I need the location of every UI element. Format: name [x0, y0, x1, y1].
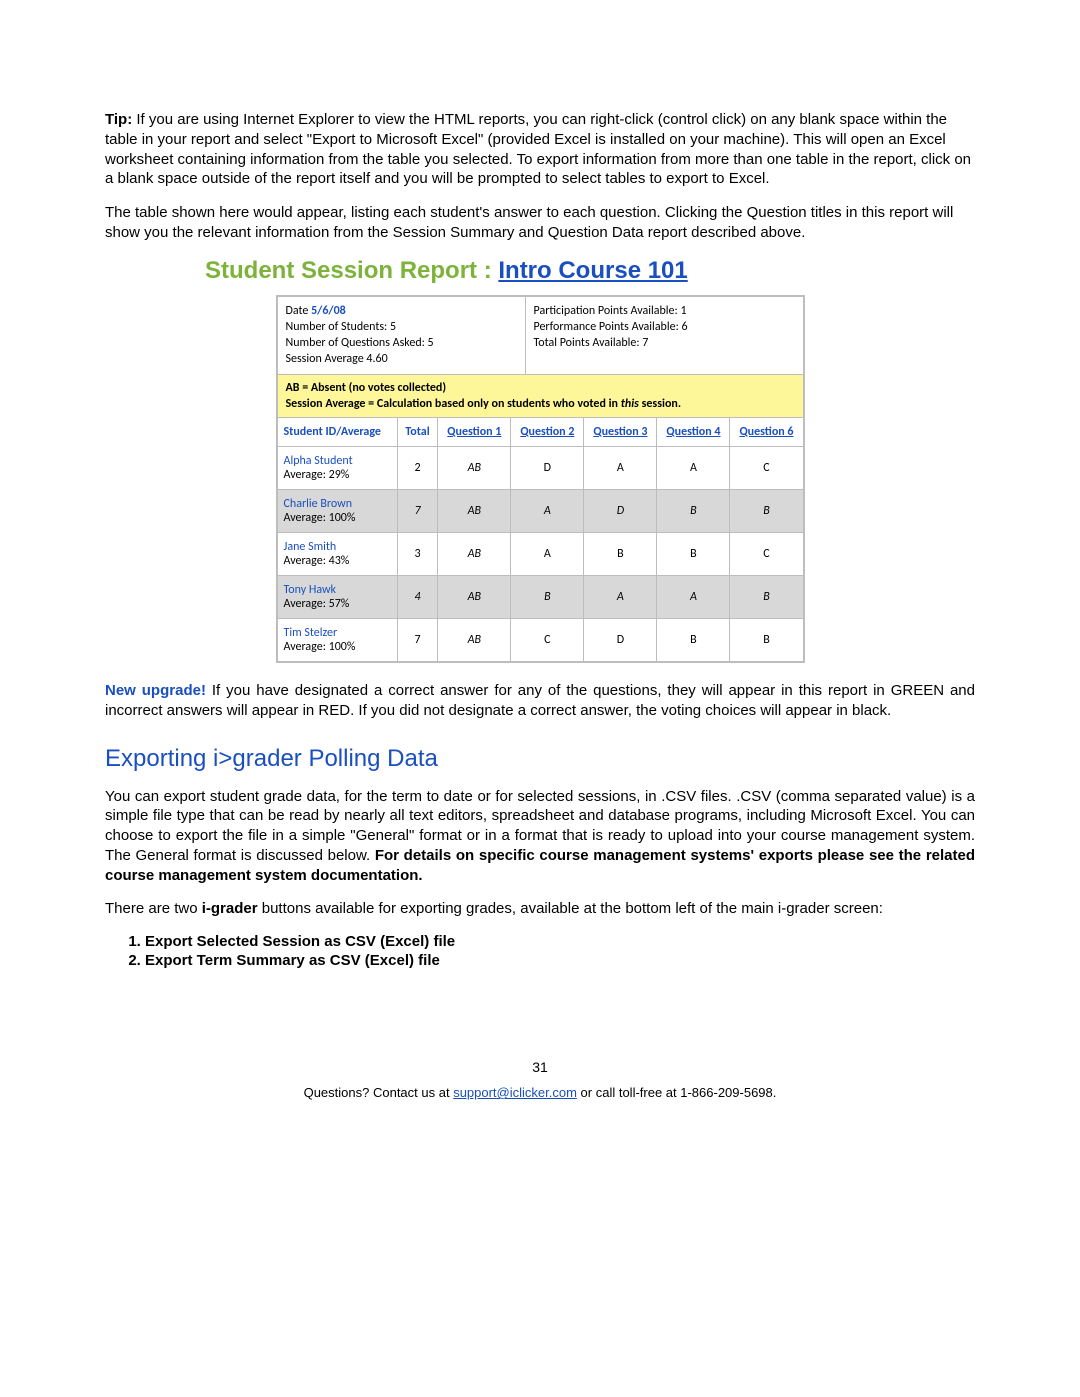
- student-name-link[interactable]: Charlie Brown: [284, 497, 353, 511]
- total-cell: 2: [397, 446, 438, 489]
- tip-text: If you are using Internet Explorer to vi…: [105, 111, 971, 187]
- col-student: Student ID/Average: [278, 418, 398, 447]
- header-row: Student ID/Average Total Question 1 Ques…: [278, 418, 803, 447]
- table-row: Charlie BrownAverage: 100%7ABADBB: [278, 489, 803, 532]
- upgrade-text: If you have designated a correct answer …: [105, 682, 975, 719]
- total-points: Total Points Available: 7: [534, 336, 649, 350]
- answer-cell: B: [657, 489, 730, 532]
- footer-email-link[interactable]: support@iclicker.com: [453, 1085, 577, 1100]
- student-name-link[interactable]: Alpha Student: [284, 454, 353, 468]
- export-p2: There are two i-grader buttons available…: [105, 899, 975, 919]
- session-avg: Session Average 4.60: [286, 352, 388, 366]
- answer-cell: A: [657, 575, 730, 618]
- export-heading: Exporting i>grader Polling Data: [105, 745, 975, 773]
- table-row: Tony HawkAverage: 57%4ABBAAB: [278, 575, 803, 618]
- export-item-1: Export Selected Session as CSV (Excel) f…: [145, 933, 975, 950]
- answer-cell: B: [730, 575, 803, 618]
- session-report-table: Date 5/6/08 Number of Students: 5 Number…: [276, 295, 805, 663]
- legend-calc: Session Average = Calculation based only…: [286, 397, 682, 411]
- date-label: Date: [286, 304, 312, 318]
- answer-cell: B: [584, 532, 657, 575]
- participation-points: Participation Points Available: 1: [534, 304, 687, 318]
- col-q1[interactable]: Question 1: [438, 418, 511, 447]
- student-average: Average: 100%: [284, 640, 356, 654]
- col-q4[interactable]: Question 4: [657, 418, 730, 447]
- col-q2[interactable]: Question 2: [511, 418, 584, 447]
- answer-cell: AB: [438, 575, 511, 618]
- num-students: Number of Students: 5: [286, 320, 397, 334]
- answer-cell: D: [584, 618, 657, 661]
- answer-cell: B: [730, 618, 803, 661]
- col-q6[interactable]: Question 6: [730, 418, 803, 447]
- page: Tip: If you are using Internet Explorer …: [0, 0, 1080, 1140]
- col-total: Total: [397, 418, 438, 447]
- meta-row: Date 5/6/08 Number of Students: 5 Number…: [278, 297, 803, 375]
- student-average: Average: 29%: [284, 468, 350, 482]
- legend-ab: AB = Absent (no votes collected): [286, 381, 447, 395]
- answer-cell: AB: [438, 489, 511, 532]
- answer-cell: AB: [438, 532, 511, 575]
- footer-prefix: Questions? Contact us at: [304, 1085, 454, 1100]
- answer-cell: B: [730, 489, 803, 532]
- table-row: Alpha StudentAverage: 29%2ABDAAC: [278, 446, 803, 489]
- export-p1: You can export student grade data, for t…: [105, 787, 975, 886]
- table-row: Jane SmithAverage: 43%3ABABBC: [278, 532, 803, 575]
- upgrade-label: New upgrade!: [105, 682, 206, 699]
- answer-cell: B: [511, 575, 584, 618]
- export-item-2: Export Term Summary as CSV (Excel) file: [145, 952, 975, 969]
- answer-cell: B: [657, 532, 730, 575]
- answer-cell: B: [657, 618, 730, 661]
- total-cell: 3: [397, 532, 438, 575]
- student-name-link[interactable]: Tony Hawk: [284, 583, 337, 597]
- tip-label: Tip:: [105, 111, 132, 128]
- student-cell: Jane SmithAverage: 43%: [278, 532, 398, 575]
- student-name-link[interactable]: Jane Smith: [284, 540, 337, 554]
- answer-cell: A: [584, 575, 657, 618]
- answer-cell: A: [584, 446, 657, 489]
- student-cell: Tim StelzerAverage: 100%: [278, 618, 398, 661]
- export-list: Export Selected Session as CSV (Excel) f…: [105, 933, 975, 969]
- answer-cell: C: [730, 532, 803, 575]
- student-average: Average: 57%: [284, 597, 350, 611]
- student-average: Average: 43%: [284, 554, 350, 568]
- report-title: Student Session Report : Intro Course 10…: [105, 257, 975, 285]
- answer-cell: A: [511, 532, 584, 575]
- performance-points: Performance Points Available: 6: [534, 320, 688, 334]
- student-name-link[interactable]: Tim Stelzer: [284, 626, 338, 640]
- answer-cell: C: [511, 618, 584, 661]
- tip-paragraph: Tip: If you are using Internet Explorer …: [105, 110, 975, 189]
- student-average: Average: 100%: [284, 511, 356, 525]
- legend: AB = Absent (no votes collected) Session…: [278, 375, 803, 418]
- meta-left: Date 5/6/08 Number of Students: 5 Number…: [278, 297, 526, 375]
- student-cell: Alpha StudentAverage: 29%: [278, 446, 398, 489]
- course-link[interactable]: Intro Course 101: [498, 257, 687, 284]
- answer-cell: D: [584, 489, 657, 532]
- answer-cell: AB: [438, 618, 511, 661]
- upgrade-paragraph: New upgrade! If you have designated a co…: [105, 681, 975, 721]
- answers-table: Student ID/Average Total Question 1 Ques…: [278, 418, 803, 661]
- num-questions: Number of Questions Asked: 5: [286, 336, 434, 350]
- table-row: Tim StelzerAverage: 100%7ABCDBB: [278, 618, 803, 661]
- answer-cell: AB: [438, 446, 511, 489]
- page-number: 31: [105, 1059, 975, 1075]
- answer-cell: A: [657, 446, 730, 489]
- answer-cell: A: [511, 489, 584, 532]
- total-cell: 7: [397, 618, 438, 661]
- answer-cell: D: [511, 446, 584, 489]
- student-cell: Charlie BrownAverage: 100%: [278, 489, 398, 532]
- meta-right: Participation Points Available: 1 Perfor…: [526, 297, 803, 375]
- report-title-prefix: Student Session Report :: [205, 257, 498, 284]
- total-cell: 4: [397, 575, 438, 618]
- date-link[interactable]: 5/6/08: [311, 304, 346, 318]
- table-intro: The table shown here would appear, listi…: [105, 203, 975, 243]
- answer-cell: C: [730, 446, 803, 489]
- footer: Questions? Contact us at support@iclicke…: [105, 1085, 975, 1100]
- total-cell: 7: [397, 489, 438, 532]
- col-q3[interactable]: Question 3: [584, 418, 657, 447]
- student-cell: Tony HawkAverage: 57%: [278, 575, 398, 618]
- footer-suffix: or call toll-free at 1-866-209-5698.: [577, 1085, 776, 1100]
